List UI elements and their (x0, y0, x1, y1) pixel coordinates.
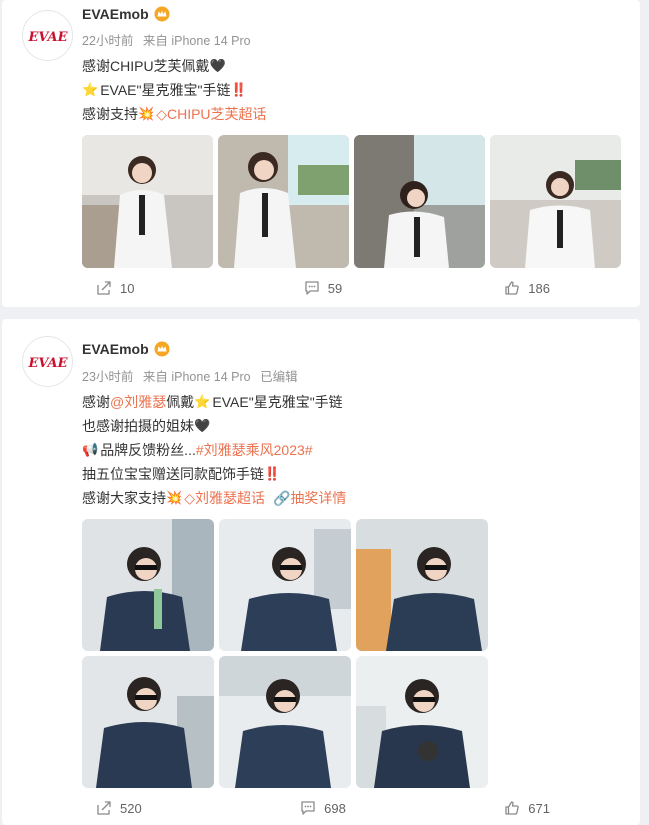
comment-button[interactable]: 59 (247, 280, 398, 296)
username[interactable]: EVAEmob (82, 6, 170, 22)
burst-icon: 💥 (166, 490, 183, 505)
line-text: EVAE"星克雅宝"手链 (212, 394, 343, 410)
supertopic-link[interactable]: ◇CHIPU芝芙超话 (156, 102, 266, 126)
mention-link[interactable]: @刘雅瑟 (110, 390, 166, 414)
lottery-link[interactable]: 🔗抽奖详情 (273, 486, 346, 510)
text-line: 抽五位宝宝赠送同款配饰手链 ‼️ (82, 462, 346, 486)
supertopic-icon: ◇ (156, 106, 167, 122)
share-icon (97, 801, 111, 815)
vip-crown-icon (154, 341, 170, 357)
photo-thumb[interactable] (219, 656, 351, 788)
like-count: 186 (528, 280, 550, 296)
share-count: 520 (120, 800, 142, 816)
comment-count: 698 (324, 800, 346, 816)
link-icon: 🔗 (272, 490, 291, 506)
evae-logo: EVAE (27, 30, 68, 45)
exclamation-icon: ‼️ (230, 82, 247, 97)
line-text: EVAE"星克雅宝"手链 (100, 82, 231, 98)
line-text: 感谢支持 (82, 106, 138, 122)
logo-text: EVAE (27, 356, 68, 371)
comment-icon (305, 281, 319, 295)
share-icon (97, 281, 111, 295)
supertopic-link[interactable]: ◇刘雅瑟超话 (184, 486, 265, 510)
vip-crown-icon (154, 6, 170, 22)
star-icon: ⭐ (82, 82, 99, 97)
text-line: 感谢大家支持 💥 ◇刘雅瑟超话 🔗抽奖详情 (82, 486, 346, 510)
post-card-1: EVAE EVAEmob 22小时前 来自 iPhone 14 Pro 感谢CH… (2, 0, 640, 307)
megaphone-icon: 📢 (82, 442, 99, 457)
supertopic-icon: ◇ (184, 490, 195, 506)
lottery-label[interactable]: 抽奖详情 (290, 490, 346, 506)
post-card-2: EVAE EVAEmob 23小时前 来自 iPhone 14 Pro 已编辑 … (2, 319, 640, 825)
post-meta: 23小时前 来自 iPhone 14 Pro 已编辑 (82, 366, 304, 385)
like-count: 671 (528, 800, 550, 816)
post-meta: 22小时前 来自 iPhone 14 Pro (82, 30, 257, 49)
line-text: 感谢大家支持 (82, 490, 166, 506)
action-bar: 520 698 671 (2, 800, 640, 816)
star-icon: ⭐ (194, 394, 211, 409)
username-text[interactable]: EVAEmob (82, 341, 149, 357)
action-bar: 10 59 186 (2, 280, 640, 296)
photo-thumb[interactable] (354, 135, 485, 268)
photo-grid (82, 135, 621, 268)
burst-icon: 💥 (138, 106, 155, 121)
share-button[interactable]: 520 (2, 800, 247, 816)
post-source: 来自 iPhone 14 Pro (142, 370, 251, 384)
line-text: 抽五位宝宝赠送同款配饰手链 (82, 466, 264, 482)
line-text: 也感谢拍摄的姐妹 (82, 418, 194, 434)
post-time[interactable]: 23小时前 (82, 370, 133, 384)
text-line: 感谢CHIPU芝芙佩戴 🖤 (82, 54, 267, 78)
hashtag-link[interactable]: #刘雅瑟乘风2023# (196, 438, 313, 462)
evae-logo: EVAE (27, 356, 68, 371)
photo-thumb[interactable] (82, 656, 214, 788)
line-text: 感谢CHIPU芝芙佩戴 (82, 58, 210, 74)
black-heart-icon: 🖤 (209, 58, 226, 73)
comment-button[interactable]: 698 (247, 800, 398, 816)
supertopic-label[interactable]: CHIPU芝芙超话 (167, 106, 267, 122)
line-text: 佩戴 (166, 394, 195, 410)
username-text[interactable]: EVAEmob (82, 6, 149, 22)
post-source: 来自 iPhone 14 Pro (142, 34, 251, 48)
comment-count: 59 (327, 280, 343, 296)
like-button[interactable]: 186 (399, 280, 640, 296)
line-text: 感谢 (82, 394, 110, 410)
post-text: 感谢CHIPU芝芙佩戴 🖤 ⭐ EVAE"星克雅宝"手链 ‼️ 感谢支持 💥 ◇… (82, 54, 267, 126)
text-line: 感谢 @刘雅瑟 佩戴 ⭐ EVAE"星克雅宝"手链 (82, 390, 346, 414)
logo-text: EVAE (27, 30, 68, 45)
photo-thumb[interactable] (219, 519, 351, 651)
like-button[interactable]: 671 (399, 800, 640, 816)
like-icon (505, 801, 520, 815)
text-line: ⭐ EVAE"星克雅宝"手链 ‼️ (82, 78, 267, 102)
black-heart-icon: 🖤 (194, 418, 211, 433)
text-line: 感谢支持 💥 ◇CHIPU芝芙超话 (82, 102, 267, 126)
text-line: 也感谢拍摄的姐妹 🖤 (82, 414, 346, 438)
share-count: 10 (120, 280, 135, 296)
photo-grid (82, 519, 488, 788)
post-time[interactable]: 22小时前 (82, 34, 133, 48)
photo-thumb[interactable] (82, 519, 214, 651)
photo-thumb[interactable] (356, 656, 488, 788)
photo-thumb[interactable] (82, 135, 213, 268)
photo-thumb[interactable] (490, 135, 621, 268)
edited-label[interactable]: 已编辑 (260, 370, 298, 384)
avatar[interactable]: EVAE (22, 10, 73, 61)
username[interactable]: EVAEmob (82, 341, 170, 357)
like-icon (505, 281, 520, 295)
avatar[interactable]: EVAE (22, 336, 73, 387)
post-text: 感谢 @刘雅瑟 佩戴 ⭐ EVAE"星克雅宝"手链 也感谢拍摄的姐妹 🖤 📢 品… (82, 390, 346, 510)
comment-icon (301, 801, 315, 815)
exclamation-icon: ‼️ (264, 466, 281, 481)
line-text: 品牌反馈粉丝... (100, 442, 196, 458)
share-button[interactable]: 10 (2, 280, 247, 296)
supertopic-label[interactable]: 刘雅瑟超话 (195, 490, 265, 506)
text-line: 📢 品牌反馈粉丝... #刘雅瑟乘风2023# (82, 438, 346, 462)
photo-thumb[interactable] (218, 135, 349, 268)
photo-thumb[interactable] (356, 519, 488, 651)
